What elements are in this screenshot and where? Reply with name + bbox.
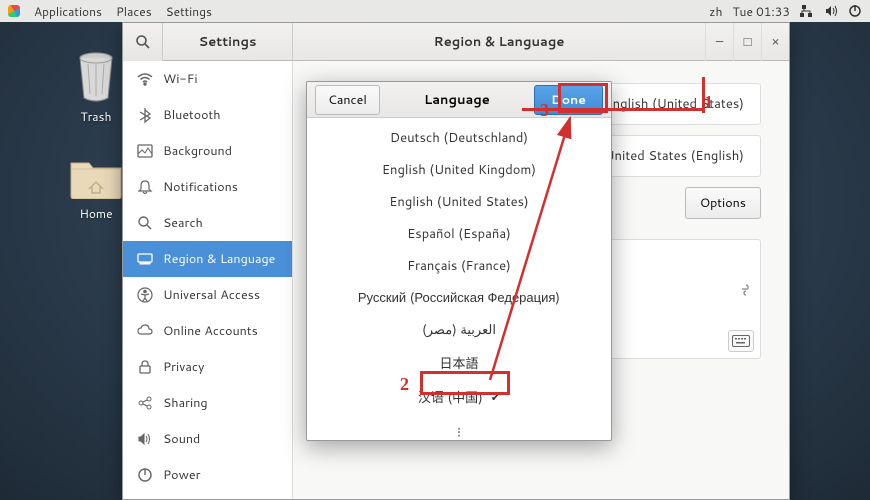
folder-icon bbox=[69, 155, 123, 199]
bell-icon bbox=[137, 179, 153, 195]
desktop-trash-label: Trash bbox=[81, 108, 112, 125]
cloud-icon bbox=[137, 323, 153, 339]
sidebar-item-network[interactable]: Network bbox=[123, 493, 292, 499]
sidebar-label: Bluetooth bbox=[163, 106, 221, 124]
search-icon bbox=[135, 34, 151, 50]
power-icon[interactable] bbox=[848, 4, 862, 18]
sidebar-item-online-accounts[interactable]: Online Accounts bbox=[123, 313, 292, 349]
sidebar-label: Online Accounts bbox=[163, 322, 258, 340]
menu-applications[interactable]: Applications bbox=[34, 3, 102, 20]
dialog-titlebar[interactable]: Cancel Language Done bbox=[307, 82, 611, 118]
keyboard-icon bbox=[732, 335, 750, 347]
window-title: Region & Language bbox=[293, 33, 705, 51]
language-option[interactable]: English (United States) bbox=[307, 186, 611, 218]
keyboard-layout-button[interactable] bbox=[728, 330, 754, 352]
bluetooth-icon bbox=[137, 107, 153, 123]
dialog-title: Language bbox=[380, 91, 534, 109]
sidebar-label: Universal Access bbox=[163, 286, 260, 304]
input-source-indicator[interactable]: zh bbox=[709, 3, 722, 20]
sidebar-label: Sharing bbox=[163, 394, 208, 412]
window-close[interactable]: × bbox=[761, 23, 789, 61]
power-icon bbox=[137, 467, 153, 483]
cancel-button[interactable]: Cancel bbox=[315, 85, 380, 115]
search-button[interactable] bbox=[123, 23, 163, 61]
language-option[interactable]: Deutsch (Deutschland) bbox=[307, 122, 611, 154]
top-panel: Applications Places Settings zh Tue 01:3… bbox=[0, 0, 870, 22]
checkmark-icon: ✔ bbox=[491, 389, 500, 405]
desktop-home-label: Home bbox=[79, 205, 112, 222]
menu-places[interactable]: Places bbox=[116, 3, 152, 20]
sidebar-item-sound[interactable]: Sound bbox=[123, 421, 292, 457]
input-source-settings-icon[interactable] bbox=[734, 280, 754, 300]
language-option[interactable]: English (United Kingdom) bbox=[307, 154, 611, 186]
search-icon bbox=[137, 215, 153, 231]
language-row-value: English (United States) bbox=[604, 95, 744, 113]
settings-sidebar: Wi-Fi Bluetooth Background Notifications… bbox=[123, 61, 293, 499]
sidebar-item-universal-access[interactable]: Universal Access bbox=[123, 277, 292, 313]
window-titlebar[interactable]: Settings Region & Language – □ × bbox=[123, 23, 789, 61]
menu-settings[interactable]: Settings bbox=[166, 3, 212, 20]
language-option[interactable]: Español (España) bbox=[307, 218, 611, 250]
sidebar-label: Sound bbox=[163, 430, 200, 448]
share-icon bbox=[137, 395, 153, 411]
language-option-selected[interactable]: 汉语 (中国)✔ bbox=[307, 380, 611, 414]
language-list[interactable]: Deutsch (Deutschland) English (United Ki… bbox=[307, 118, 611, 440]
sidebar-label: Region & Language bbox=[163, 250, 275, 268]
sidebar-label: Background bbox=[163, 142, 232, 160]
language-option[interactable]: 日本語 bbox=[307, 346, 611, 380]
background-icon bbox=[137, 143, 153, 159]
sidebar-item-sharing[interactable]: Sharing bbox=[123, 385, 292, 421]
done-button[interactable]: Done bbox=[534, 85, 603, 115]
sidebar-item-background[interactable]: Background bbox=[123, 133, 292, 169]
clock[interactable]: Tue 01:33 bbox=[732, 3, 790, 20]
language-option[interactable]: Français (France) bbox=[307, 250, 611, 282]
formats-row-value: United States (English) bbox=[604, 147, 744, 165]
accessibility-icon bbox=[137, 287, 153, 303]
sidebar-label: Power bbox=[163, 466, 200, 484]
sidebar-label: Privacy bbox=[163, 358, 204, 376]
globe-icon bbox=[137, 251, 153, 267]
window-maximize[interactable]: □ bbox=[733, 23, 761, 61]
trash-icon bbox=[72, 50, 120, 102]
sidebar-item-search[interactable]: Search bbox=[123, 205, 292, 241]
language-dialog: Cancel Language Done Deutsch (Deutschlan… bbox=[306, 81, 612, 441]
activities-icon[interactable] bbox=[8, 5, 20, 17]
speaker-icon bbox=[137, 431, 153, 447]
sidebar-item-power[interactable]: Power bbox=[123, 457, 292, 493]
sidebar-item-notifications[interactable]: Notifications bbox=[123, 169, 292, 205]
options-button[interactable]: Options bbox=[685, 187, 761, 219]
window-minimize[interactable]: – bbox=[705, 23, 733, 61]
lock-icon bbox=[137, 359, 153, 375]
window-sidebar-title: Settings bbox=[163, 23, 293, 61]
language-option[interactable]: العربية (مصر) bbox=[307, 314, 611, 346]
sidebar-item-privacy[interactable]: Privacy bbox=[123, 349, 292, 385]
volume-icon[interactable] bbox=[824, 4, 838, 18]
language-option[interactable]: Русский (Российская Федерация) bbox=[307, 282, 611, 314]
more-languages-button[interactable]: ⁝ bbox=[307, 414, 611, 440]
sidebar-label: Search bbox=[163, 214, 203, 232]
sidebar-item-region-language[interactable]: Region & Language bbox=[123, 241, 292, 277]
network-icon[interactable] bbox=[800, 4, 814, 18]
wifi-icon bbox=[137, 71, 153, 87]
sidebar-item-bluetooth[interactable]: Bluetooth bbox=[123, 97, 292, 133]
sidebar-item-wifi[interactable]: Wi-Fi bbox=[123, 61, 292, 97]
sidebar-label: Wi-Fi bbox=[163, 70, 198, 88]
sidebar-label: Notifications bbox=[163, 178, 238, 196]
